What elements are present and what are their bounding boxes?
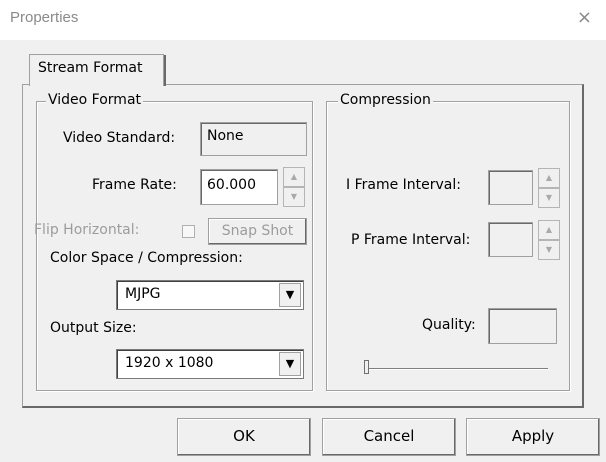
video-format-legend: Video Format [46, 92, 144, 108]
spin-up-icon[interactable]: ▲ [538, 220, 560, 240]
apply-button[interactable]: Apply [466, 418, 600, 456]
spin-down-icon[interactable]: ▼ [283, 187, 305, 207]
quality-slider-track[interactable] [368, 368, 548, 370]
close-icon[interactable]: × [577, 7, 592, 28]
color-space-label: Color Space / Compression: [50, 250, 243, 266]
color-space-dropdown[interactable]: MJPG ▼ [116, 280, 304, 310]
quality-field[interactable] [488, 308, 557, 344]
flip-horizontal-label: Flip Horizontal: [34, 222, 140, 238]
output-size-dropdown[interactable]: 1920 x 1080 ▼ [116, 349, 304, 379]
chevron-down-icon[interactable]: ▼ [279, 352, 301, 376]
p-frame-interval-field[interactable] [488, 222, 533, 257]
compression-legend: Compression [338, 92, 433, 108]
i-frame-interval-field[interactable] [488, 170, 533, 205]
ok-button[interactable]: OK [177, 418, 311, 456]
quality-label: Quality: [422, 317, 476, 333]
video-standard-field: None [200, 122, 307, 156]
quality-slider-thumb[interactable] [364, 360, 369, 374]
i-frame-interval-label: I Frame Interval: [346, 177, 461, 193]
spin-down-icon[interactable]: ▼ [538, 188, 560, 208]
p-frame-interval-spinner[interactable]: ▲ ▼ [538, 220, 560, 260]
snap-shot-button[interactable]: Snap Shot [208, 218, 307, 245]
video-standard-label: Video Standard: [63, 130, 176, 146]
tab-stream-format[interactable]: Stream Format [29, 54, 166, 86]
spin-up-icon[interactable]: ▲ [538, 168, 560, 188]
frame-rate-label: Frame Rate: [92, 177, 177, 193]
frame-rate-input[interactable]: 60.000 [200, 169, 278, 205]
output-size-label: Output Size: [50, 320, 137, 336]
chevron-down-icon[interactable]: ▼ [279, 283, 301, 307]
flip-horizontal-checkbox[interactable] [182, 225, 195, 238]
p-frame-interval-label: P Frame Interval: [351, 232, 471, 248]
spin-down-icon[interactable]: ▼ [538, 240, 560, 260]
i-frame-interval-spinner[interactable]: ▲ ▼ [538, 168, 560, 208]
cancel-button[interactable]: Cancel [322, 418, 456, 456]
spin-up-icon[interactable]: ▲ [283, 167, 305, 187]
title-bar: Properties × [0, 0, 606, 40]
frame-rate-spinner[interactable]: ▲ ▼ [283, 167, 305, 207]
window-title: Properties [10, 9, 79, 26]
color-space-value: MJPG [125, 286, 161, 302]
output-size-value: 1920 x 1080 [125, 355, 214, 371]
